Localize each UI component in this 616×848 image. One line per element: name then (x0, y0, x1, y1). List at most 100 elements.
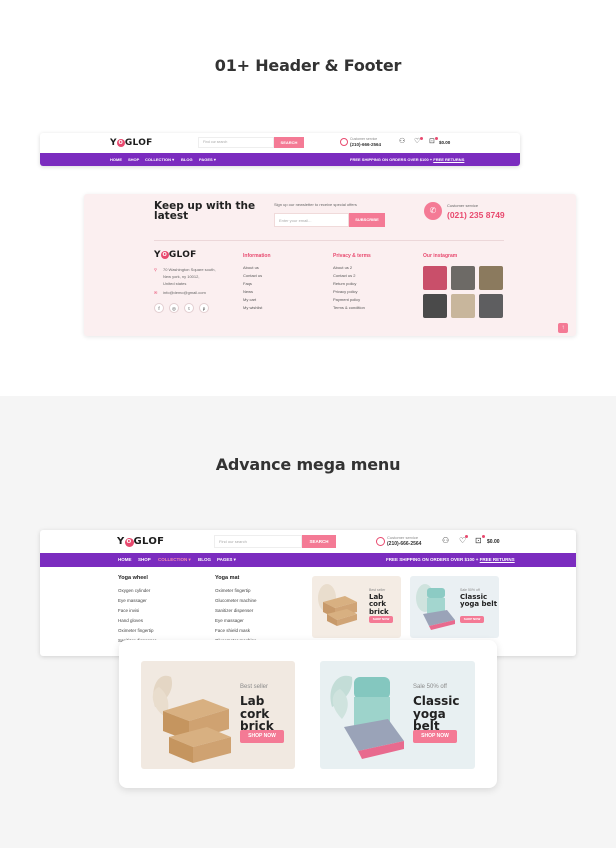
mega-link[interactable]: Face shield mask (215, 628, 250, 633)
mega-col-yoga-wheel[interactable]: Yoga wheel (118, 575, 148, 581)
instagram-photo[interactable] (451, 266, 475, 290)
shop-now-button[interactable]: SHOP NOW (369, 616, 393, 623)
user-icon[interactable]: ⚇ (442, 536, 449, 545)
mega-link[interactable]: Eye massager (215, 618, 244, 623)
logo[interactable]: Y O GLOF (110, 138, 153, 148)
shipping-banner: FREE SHIPPING ON ORDERS OVER $100 + FREE… (386, 557, 515, 562)
footer-link[interactable]: Faqs (243, 281, 252, 286)
instagram-photo[interactable] (423, 266, 447, 290)
nav-blog[interactable]: BLOG (181, 157, 193, 162)
promo-eyebrow: Sale 50% off (460, 588, 480, 592)
footer-link[interactable]: About us (243, 265, 259, 270)
back-to-top-button[interactable]: ↑ (558, 323, 568, 333)
search-input[interactable]: Find our search (198, 137, 274, 148)
cart-icon[interactable]: ⊡ (475, 536, 482, 545)
footer-logo[interactable]: Y O GLOF (154, 250, 197, 260)
footer-cs-label: Customer service (447, 203, 479, 208)
headset-icon (340, 138, 348, 146)
mega-link[interactable]: Face invisi (118, 608, 139, 613)
nav-collection[interactable]: COLLECTION ▾ (158, 557, 191, 563)
mega-link[interactable]: Oximeter fingertip (118, 628, 154, 633)
footer-divider (154, 240, 504, 241)
free-returns-link[interactable]: FREE RETURNS (433, 157, 464, 162)
header-phone[interactable]: (210)-666-2564 (387, 541, 421, 547)
promo-card-belt-small[interactable]: Sale 50% off Classic yoga belt SHOP NOW (410, 576, 499, 638)
yoga-belt-image (330, 675, 404, 759)
mega-link[interactable]: Sanitizer dispenser (215, 608, 253, 613)
pinterest-icon[interactable]: p (199, 303, 209, 313)
mega-link[interactable]: Hand gloves (118, 618, 143, 623)
nav-pages[interactable]: PAGES ▾ (199, 157, 216, 162)
instagram-photo[interactable] (479, 294, 503, 318)
footer-link[interactable]: Contact us (243, 273, 262, 278)
cork-brick-image (152, 675, 231, 763)
nav-shop[interactable]: SHOP (138, 557, 151, 562)
nav-collection[interactable]: COLLECTION ▾ (145, 157, 174, 162)
shop-now-button[interactable]: SHOP NOW (240, 730, 284, 743)
cart-badge (435, 137, 438, 140)
footer-link[interactable]: My wishlist (243, 305, 262, 310)
footer-link[interactable]: Contact us 2 (333, 273, 355, 278)
nav-blog[interactable]: BLOG (198, 557, 211, 562)
promo-eyebrow: Best seller (369, 588, 386, 592)
promo-title: Classic yoga belt (413, 694, 460, 734)
header-footer-section: 01+ Header & Footer Y O GLOF Find our sear… (0, 0, 616, 396)
shipping-text: FREE SHIPPING ON ORDERS OVER $100 + (350, 157, 434, 162)
nav-pages[interactable]: PAGES ▾ (217, 557, 236, 563)
instagram-icon[interactable]: ◎ (169, 303, 179, 313)
nav-home[interactable]: HOME (110, 157, 122, 162)
footer-phone[interactable]: (021) 235 8749 (447, 210, 505, 220)
promo-card-cork-large[interactable]: Best seller Lab cork brick SHOP NOW (141, 661, 295, 769)
mega-col-yoga-mat[interactable]: Yoga mat (215, 575, 239, 581)
shipping-text: FREE SHIPPING ON ORDERS OVER $100 + (386, 557, 480, 562)
address-line-3: United states (163, 281, 187, 286)
footer-col-privacy: Privacy & terms (333, 253, 371, 259)
mega-link[interactable]: Glucometer machine (215, 598, 257, 603)
search-button[interactable]: SEARCH (302, 535, 336, 548)
twitter-icon[interactable]: t (184, 303, 194, 313)
instagram-photo[interactable] (451, 294, 475, 318)
footer-email[interactable]: info@demo@gmail.com (163, 290, 206, 295)
cart-icon[interactable]: ⊡ (429, 138, 435, 146)
subscribe-button[interactable]: SUBSCRIBE (349, 213, 385, 227)
location-icon: ⚲ (154, 267, 157, 272)
yoga-belt-image (416, 584, 455, 630)
wishlist-badge (420, 137, 423, 140)
logo[interactable]: Y O GLOF (117, 536, 164, 547)
footer-link[interactable]: Return policy (333, 281, 356, 286)
mega-link[interactable]: Oxygen cylinder (118, 588, 150, 593)
mega-menu-mockup: Y O GLOF Find our search SEARCH Customer s… (40, 530, 576, 656)
section-title-header-footer: 01+ Header & Footer (214, 56, 402, 75)
instagram-photo[interactable] (479, 266, 503, 290)
nav-shop[interactable]: SHOP (128, 157, 139, 162)
free-returns-link[interactable]: FREE RETURNS (480, 557, 515, 562)
nav-home[interactable]: HOME (118, 557, 132, 562)
promo-card-belt-large[interactable]: Sale 50% off Classic yoga belt SHOP NOW (320, 661, 475, 769)
mail-icon: ✉ (154, 290, 158, 295)
mega-link[interactable]: Oximeter fingertip (215, 588, 251, 593)
shipping-banner: FREE SHIPPING ON ORDERS OVER $100 + FREE… (350, 157, 464, 162)
mega-link[interactable]: Eye massager (118, 598, 147, 603)
footer-link[interactable]: Terms & condition (333, 305, 365, 310)
footer-link[interactable]: News (243, 289, 253, 294)
address-line-1: 70 Washington Square south, (163, 267, 216, 272)
footer-link[interactable]: Payment policy (333, 297, 360, 302)
footer-link[interactable]: Privacy policy (333, 289, 357, 294)
shop-now-button[interactable]: SHOP NOW (460, 616, 484, 623)
newsletter-email-input[interactable]: Enter your email... (274, 213, 349, 227)
footer-link[interactable]: My cart (243, 297, 256, 302)
user-icon[interactable]: ⚇ (399, 138, 405, 146)
promo-card-cork-small[interactable]: Best seller Lab cork brick SHOP NOW (312, 576, 401, 638)
shop-now-button[interactable]: SHOP NOW (413, 730, 457, 743)
footer-link[interactable]: About us 2 (333, 265, 352, 270)
wishlist-badge (465, 535, 468, 538)
search-input[interactable]: Find our search (214, 535, 302, 548)
promo-eyebrow: Best seller (240, 684, 269, 690)
main-nav: HOME SHOP COLLECTION ▾ BLOG PAGES ▾ FREE… (40, 153, 520, 166)
cork-brick-image (318, 584, 357, 626)
header-phone[interactable]: (210)-666-2564 (350, 142, 381, 147)
search-button[interactable]: SEARCH (274, 137, 304, 148)
instagram-photo[interactable] (423, 294, 447, 318)
facebook-icon[interactable]: f (154, 303, 164, 313)
cart-total: $0.00 (439, 140, 451, 145)
